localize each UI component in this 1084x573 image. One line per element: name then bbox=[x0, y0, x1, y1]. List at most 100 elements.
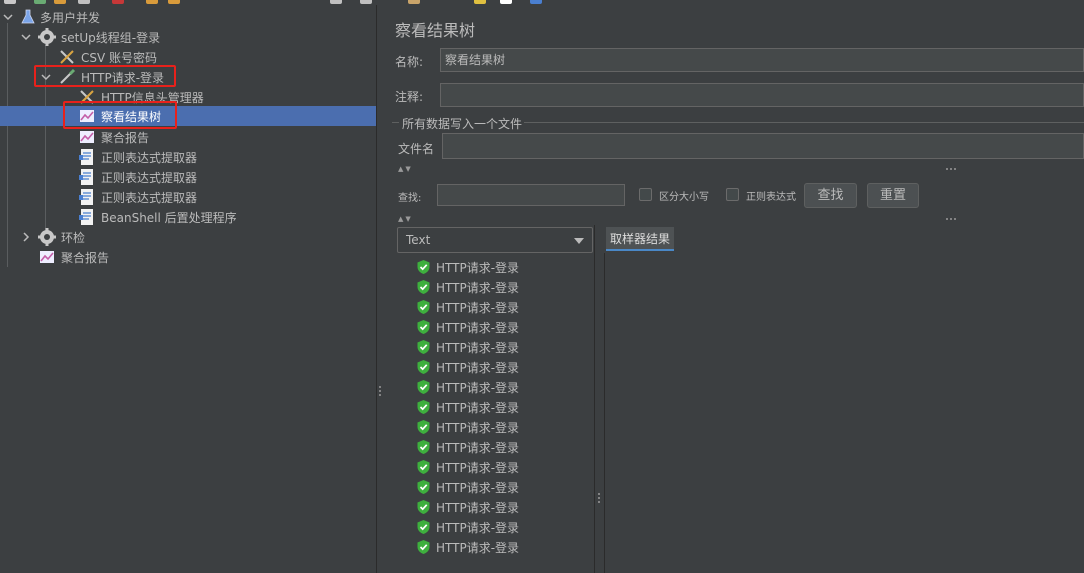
name-field[interactable]: 察看结果树 bbox=[440, 48, 1084, 72]
check-shield-icon bbox=[417, 300, 430, 314]
check-shield-icon bbox=[417, 480, 430, 494]
tab-sampler-result[interactable]: 取样器结果 bbox=[606, 227, 675, 251]
tree-item-setup-thread-group[interactable]: setUp线程组-登录 bbox=[0, 27, 376, 47]
tree-item-label: 正则表达式提取器 bbox=[101, 190, 198, 205]
tree-item-view-results-tree[interactable]: 察看结果树 bbox=[0, 106, 376, 126]
toolbar-icon[interactable] bbox=[360, 0, 372, 4]
find-button[interactable]: 查找 bbox=[804, 183, 857, 208]
tree-item-aggregate-report[interactable]: 聚合报告 bbox=[0, 127, 376, 147]
toolbar-icon[interactable] bbox=[112, 0, 124, 4]
result-item[interactable]: HTTP请求-登录 bbox=[417, 397, 519, 417]
group-border bbox=[392, 122, 399, 123]
toolbar-icon[interactable] bbox=[4, 0, 16, 4]
toolbar-icon[interactable] bbox=[168, 0, 180, 4]
tree-item-csv-config[interactable]: CSV 账号密码 bbox=[0, 47, 376, 67]
result-list: HTTP请求-登录 HTTP请求-登录 HTTP请求-登录 HTTP请求-登录 … bbox=[397, 255, 593, 573]
check-shield-icon bbox=[417, 340, 430, 354]
splitter-grip[interactable] bbox=[946, 218, 956, 220]
chevron-down-icon[interactable] bbox=[20, 31, 32, 43]
splitter-grip[interactable] bbox=[946, 168, 956, 170]
page-title: 察看结果树 bbox=[395, 21, 476, 40]
search-label: 查找: bbox=[398, 193, 422, 204]
result-item[interactable]: HTTP请求-登录 bbox=[417, 317, 519, 337]
check-shield-icon bbox=[417, 460, 430, 474]
result-item[interactable]: HTTP请求-登录 bbox=[417, 437, 519, 457]
toolbar-icon[interactable] bbox=[530, 0, 542, 4]
result-item-label: HTTP请求-登录 bbox=[436, 480, 520, 495]
gear-icon bbox=[38, 228, 56, 246]
result-item-label: HTTP请求-登录 bbox=[436, 420, 520, 435]
toolbar-icon[interactable] bbox=[408, 0, 420, 4]
tree-item-test-plan[interactable]: 多用户并发 bbox=[0, 7, 376, 27]
result-item[interactable]: HTTP请求-登录 bbox=[417, 417, 519, 437]
result-item-label: HTTP请求-登录 bbox=[436, 320, 520, 335]
result-item[interactable]: HTTP请求-登录 bbox=[417, 497, 519, 517]
tree-item-label: 环检 bbox=[61, 230, 86, 245]
detail-tabbar: 取样器结果 bbox=[604, 227, 1084, 251]
chevron-down-icon[interactable] bbox=[2, 11, 14, 23]
reset-button[interactable]: 重置 bbox=[867, 183, 919, 208]
tree-item-regex-extractor[interactable]: 正则表达式提取器 bbox=[0, 167, 376, 187]
toolbar-icon[interactable] bbox=[330, 0, 342, 4]
highlight-box bbox=[34, 65, 176, 87]
result-item[interactable]: HTTP请求-登录 bbox=[417, 517, 519, 537]
tree-item-label: setUp线程组-登录 bbox=[61, 30, 161, 45]
tree-item-label: BeanShell 后置处理程序 bbox=[101, 210, 237, 225]
result-item-label: HTTP请求-登录 bbox=[436, 380, 520, 395]
result-item[interactable]: HTTP请求-登录 bbox=[417, 257, 519, 277]
results-splitter[interactable] bbox=[594, 225, 604, 573]
result-item[interactable]: HTTP请求-登录 bbox=[417, 457, 519, 477]
result-item[interactable]: HTTP请求-登录 bbox=[417, 297, 519, 317]
tree-item-regex-extractor[interactable]: 正则表达式提取器 bbox=[0, 187, 376, 207]
result-item[interactable]: HTTP请求-登录 bbox=[417, 277, 519, 297]
tree-item-http-header-manager[interactable]: HTTP信息头管理器 bbox=[0, 87, 376, 107]
result-item[interactable]: HTTP请求-登录 bbox=[417, 377, 519, 397]
toolbar-icon[interactable] bbox=[34, 0, 46, 4]
tree-item-label: 聚合报告 bbox=[61, 250, 110, 265]
comment-label: 注释: bbox=[395, 90, 424, 104]
search-input[interactable] bbox=[437, 184, 625, 206]
check-shield-icon bbox=[417, 400, 430, 414]
filename-label: 文件名 bbox=[398, 142, 435, 156]
check-shield-icon bbox=[417, 260, 430, 274]
main-splitter[interactable] bbox=[376, 5, 384, 573]
tree-item-regex-extractor[interactable]: 正则表达式提取器 bbox=[0, 147, 376, 167]
tree-item-thread-group[interactable]: 环检 bbox=[0, 227, 376, 247]
result-item-label: HTTP请求-登录 bbox=[436, 440, 520, 455]
tree-item-beanshell-postprocessor[interactable]: BeanShell 后置处理程序 bbox=[0, 207, 376, 227]
check-shield-icon bbox=[417, 380, 430, 394]
case-sensitive-checkbox[interactable] bbox=[639, 188, 652, 201]
toolbar-icon[interactable] bbox=[500, 0, 512, 4]
result-item[interactable]: HTTP请求-登录 bbox=[417, 357, 519, 377]
result-item[interactable]: HTTP请求-登录 bbox=[417, 537, 519, 557]
check-shield-icon bbox=[417, 520, 430, 534]
check-shield-icon bbox=[417, 440, 430, 454]
document-icon bbox=[79, 189, 93, 205]
tree-item-label: 聚合报告 bbox=[101, 130, 150, 145]
result-item[interactable]: HTTP请求-登录 bbox=[417, 477, 519, 497]
group-title: 所有数据写入一个文件 bbox=[402, 117, 523, 131]
renderer-select[interactable]: Text bbox=[397, 227, 593, 253]
check-shield-icon bbox=[417, 360, 430, 374]
result-item-label: HTTP请求-登录 bbox=[436, 540, 520, 555]
chevron-down-icon bbox=[574, 238, 584, 244]
toolbar-icon[interactable] bbox=[474, 0, 486, 4]
toolbar-icon[interactable] bbox=[54, 0, 66, 4]
toolbar-icon[interactable] bbox=[78, 0, 90, 4]
comment-field[interactable] bbox=[440, 83, 1084, 107]
splitter-grip[interactable] bbox=[379, 386, 382, 398]
filename-field[interactable] bbox=[442, 133, 1084, 159]
splitter-grip[interactable] bbox=[598, 493, 601, 505]
result-item[interactable]: HTTP请求-登录 bbox=[417, 337, 519, 357]
gear-icon bbox=[38, 28, 56, 46]
document-icon bbox=[79, 149, 93, 165]
chevron-right-icon[interactable] bbox=[20, 231, 32, 243]
regex-label: 正则表达式 bbox=[746, 192, 796, 203]
check-shield-icon bbox=[417, 500, 430, 514]
check-shield-icon bbox=[417, 320, 430, 334]
collapse-arrows[interactable]: ▲▼ bbox=[398, 165, 413, 173]
collapse-arrows[interactable]: ▲▼ bbox=[398, 215, 413, 223]
regex-checkbox[interactable] bbox=[726, 188, 739, 201]
tree-item-aggregate-report[interactable]: 聚合报告 bbox=[0, 247, 376, 267]
toolbar-icon[interactable] bbox=[146, 0, 158, 4]
